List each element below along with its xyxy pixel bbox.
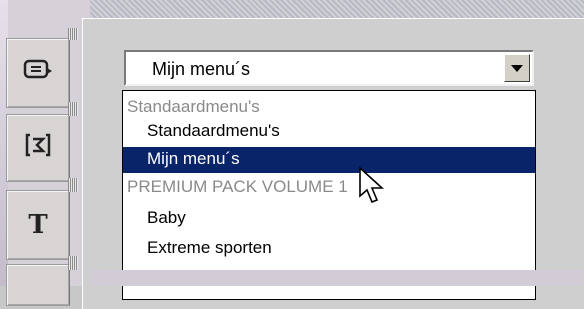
option-group-premium-pack: PREMIUM PACK VOLUME 1 xyxy=(127,177,348,196)
option-group-standaardmenus: Standaardmenu's xyxy=(127,97,260,116)
title-text-icon: T xyxy=(28,210,48,240)
tab-titles[interactable]: T xyxy=(6,190,70,260)
grip-divider xyxy=(68,256,78,270)
tab-chapters[interactable] xyxy=(6,114,70,182)
option-standaardmenus[interactable]: Standaardmenu's xyxy=(123,119,535,143)
menu-icon xyxy=(22,57,54,90)
left-tab-strip: T xyxy=(0,0,90,306)
tab-more[interactable] xyxy=(6,264,70,306)
option-extreme-sporten[interactable]: Extreme sporten xyxy=(123,233,535,263)
menu-dropdown-list: Standaardmenu's Standaardmenu's Mijn men… xyxy=(122,90,536,300)
menu-select[interactable]: Mijn menu´s xyxy=(124,50,534,86)
pointer-cursor-icon xyxy=(358,166,388,210)
grip-divider xyxy=(68,178,78,192)
grip-divider xyxy=(68,102,78,116)
dropdown-arrow-button[interactable] xyxy=(504,54,530,82)
chapter-icon xyxy=(24,131,52,166)
option-baby[interactable]: Baby xyxy=(123,203,535,233)
option-mijn-menus[interactable]: Mijn menu´s xyxy=(123,147,535,173)
tab-menus[interactable] xyxy=(6,38,70,108)
bottom-edge xyxy=(90,270,584,286)
chevron-down-icon xyxy=(511,64,523,72)
grip-divider xyxy=(68,28,78,40)
menu-select-value: Mijn menu´s xyxy=(152,59,251,79)
